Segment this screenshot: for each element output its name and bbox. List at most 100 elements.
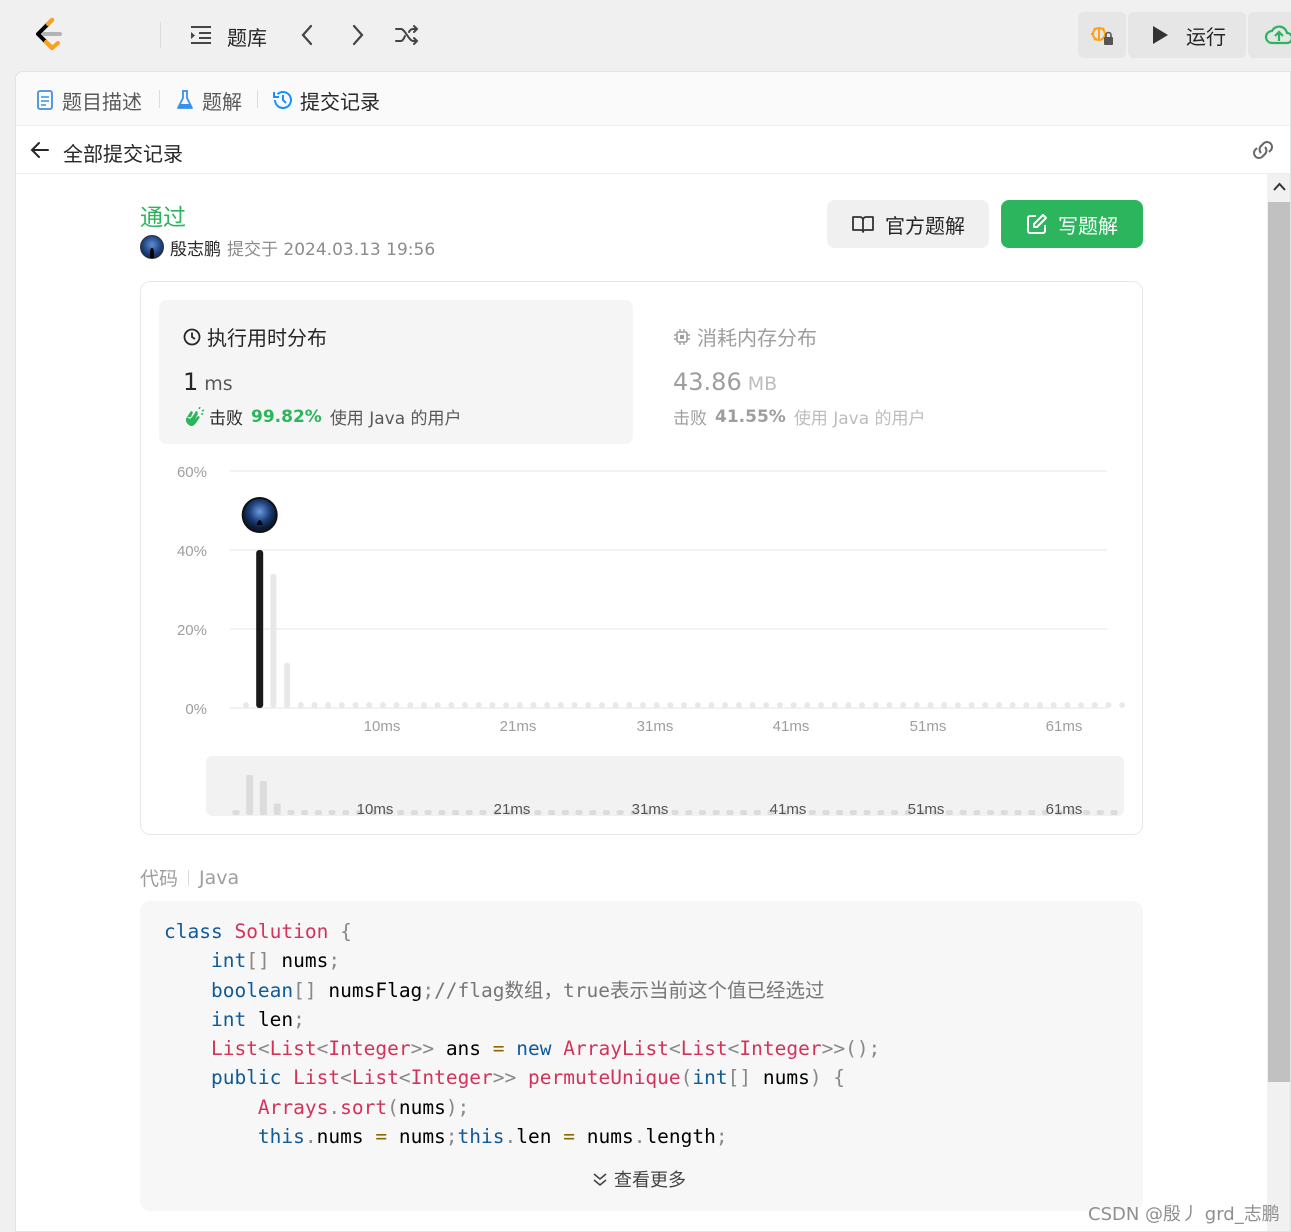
memory-title: 消耗内存分布 (673, 322, 817, 351)
chart-bar (407, 702, 414, 708)
chart-bar (530, 702, 537, 708)
chart-bar (859, 702, 866, 708)
chart-bar (585, 702, 592, 708)
leetcode-logo-icon[interactable] (28, 14, 68, 54)
chart-bar (1023, 702, 1030, 708)
chart-bar (776, 702, 783, 708)
runtime-box[interactable]: 执行用时分布 1 ms 击败 99.82% 使用 Java 的用户 (159, 300, 633, 444)
chart-bar (763, 702, 770, 708)
brush-x-tick-label: 41ms (770, 801, 807, 816)
brush-bar (424, 810, 432, 815)
brush-x-tick-label: 51ms (908, 801, 945, 816)
back-row: 全部提交记录 (16, 126, 1290, 174)
chart-bar (1091, 702, 1098, 708)
chart-bar (804, 702, 811, 708)
list-icon[interactable] (186, 20, 216, 50)
chart-bar (995, 702, 1002, 708)
chevron-right-icon[interactable] (343, 20, 373, 50)
brush-bar (959, 810, 967, 815)
brush-bar (1000, 810, 1008, 815)
show-more-button[interactable]: 查看更多 (592, 1166, 686, 1192)
status-accepted: 通过 (140, 205, 186, 231)
runtime-distribution-chart[interactable]: 60% 40% 20% 0% 10ms 21ms 31ms 41ms 51ms 61ms (141, 452, 1141, 742)
code-header-divider (188, 869, 190, 886)
scrollbar[interactable] (1267, 174, 1290, 1231)
chart-bar (503, 702, 510, 708)
chart-bar (708, 702, 715, 708)
brush-bar (671, 810, 679, 815)
brush-bar (712, 810, 720, 815)
chart-bar (338, 702, 345, 708)
runtime-value: 1 ms (183, 368, 233, 396)
chart-bar-highlight (256, 550, 264, 708)
user-name[interactable]: 殷志鹏 (170, 235, 221, 260)
tab-description-label: 题目描述 (62, 89, 142, 114)
tab-submissions-label: 提交记录 (300, 89, 380, 114)
chart-bar (448, 702, 455, 708)
memory-unit: MB (747, 373, 778, 395)
chart-bar (366, 702, 373, 708)
brush-bar (479, 810, 487, 815)
shuffle-icon[interactable] (392, 20, 422, 50)
brush-bar (602, 810, 610, 815)
brush-bar (836, 810, 844, 815)
link-icon[interactable] (1250, 140, 1276, 160)
stats-card: 执行用时分布 1 ms 击败 99.82% 使用 Java 的用户 消耗内存分布 … (140, 281, 1143, 835)
brush-x-tick-label: 61ms (1046, 801, 1083, 816)
chart-bar (640, 702, 647, 708)
chart-bar (872, 702, 879, 708)
clock-icon (183, 328, 201, 345)
problem-bank-link[interactable]: 题库 (227, 22, 267, 51)
chart-bar (420, 702, 427, 708)
submit-button[interactable] (1248, 12, 1291, 58)
scroll-thumb[interactable] (1268, 202, 1290, 1082)
chart-bar (954, 702, 961, 708)
brush-bar (314, 810, 322, 815)
brush-bar (232, 810, 240, 815)
brush-x-tick-label: 21ms (494, 801, 531, 816)
code-content: class Solution { int[] nums; boolean[] n… (164, 920, 881, 1149)
avatar[interactable] (140, 235, 164, 259)
chart-bar (598, 702, 605, 708)
tab-submissions[interactable]: 提交记录 (272, 86, 380, 114)
submission-panel: 题目描述 题解 提交记录 全部提交记录 通过 殷志鹏 提交于 2024.03.1… (15, 71, 1291, 1232)
chart-bar (845, 702, 852, 708)
chart-bar (434, 702, 441, 708)
bug-lock-icon (1091, 27, 1113, 45)
chart-bar (982, 702, 989, 708)
run-button[interactable]: 运行 (1128, 12, 1246, 58)
debug-button[interactable] (1078, 12, 1126, 58)
all-submissions-title[interactable]: 全部提交记录 (63, 138, 183, 167)
write-solution-button[interactable]: 写题解 (1001, 200, 1143, 248)
code-block[interactable]: class Solution { int[] nums; boolean[] n… (140, 901, 1143, 1211)
runtime-title: 执行用时分布 (183, 322, 327, 351)
chevron-left-icon[interactable] (292, 20, 322, 50)
document-icon (37, 90, 53, 110)
chart-bar (694, 702, 701, 708)
tab-description[interactable]: 题目描述 (36, 86, 142, 114)
brush-bar (589, 810, 597, 815)
chart-bar (1009, 702, 1016, 708)
scroll-up-icon[interactable] (1273, 182, 1286, 192)
brush-bar (945, 810, 953, 815)
memory-box[interactable]: 消耗内存分布 43.86 MB 击败 41.55% 使用 Java 的用户 (655, 300, 1125, 444)
tab-solutions[interactable]: 题解 (176, 86, 242, 114)
chart-bar (900, 702, 907, 708)
chart-bar (1078, 702, 1085, 708)
brush-bar (342, 810, 350, 815)
brush-bar (863, 810, 871, 815)
brush-bar (246, 775, 254, 815)
chart-bar (886, 702, 893, 708)
chart-x-tick-label: 10ms (364, 718, 401, 735)
arrow-left-icon[interactable] (30, 140, 50, 160)
chart-bar (1050, 702, 1057, 708)
brush-bar (1096, 810, 1104, 815)
official-solution-button[interactable]: 官方题解 (827, 200, 989, 248)
chart-bar (790, 702, 797, 708)
chart-bar (735, 702, 742, 708)
chart-brush[interactable]: 10ms 21ms 31ms 41ms 51ms 61ms (206, 756, 1124, 818)
cloud-upload-icon (1264, 25, 1291, 45)
official-solution-label: 官方题解 (885, 213, 965, 238)
brush-bar (753, 810, 761, 815)
chart-bar (325, 702, 332, 708)
